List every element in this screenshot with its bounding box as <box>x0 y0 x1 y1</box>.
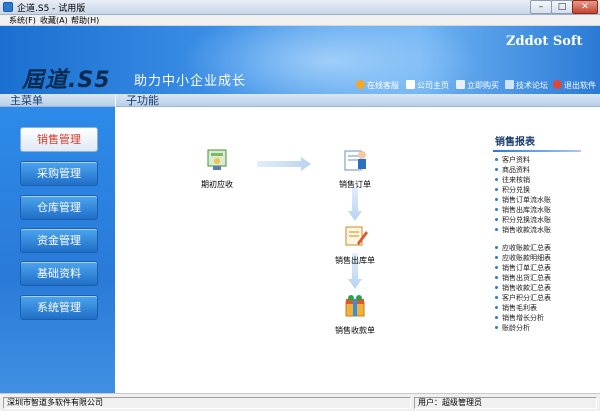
banner: Zddot Soft 屆道.S5 助力中小企业成长 在线客服 公司主页 立即购买… <box>0 26 600 94</box>
receivable-icon <box>207 149 227 170</box>
link-homepage[interactable]: 公司主页 <box>406 80 449 91</box>
service-icon <box>356 80 365 89</box>
sales-outbound-icon <box>345 226 368 246</box>
report-gap <box>489 235 600 243</box>
main-menu-title: 主菜单 <box>10 94 43 107</box>
exit-icon <box>553 80 562 89</box>
maximize-button[interactable]: □ <box>551 0 573 14</box>
link-label: 技术论坛 <box>516 81 548 90</box>
cart-icon <box>456 80 465 89</box>
status-company: 深圳市智道多软件有限公司 <box>3 397 411 409</box>
window-title: 企道.S5 - 试用版 <box>17 4 86 14</box>
link-buy-now[interactable]: 立即购买 <box>456 80 499 91</box>
content-area: 期初应收 销售订单 销售出库单 销售收款单 销售报表 客户资料 商品资料 往来核… <box>115 107 600 393</box>
title-bar: 企道.S5 - 试用版 – □ ✕ <box>0 0 600 15</box>
report-item[interactable]: 销售订单汇总表 <box>489 263 600 273</box>
link-exit[interactable]: 退出软件 <box>553 80 596 91</box>
node-label: 销售出库单 <box>335 256 375 265</box>
report-item[interactable]: 客户资料 <box>489 155 600 165</box>
main-menu-header: 主菜单 <box>0 94 115 107</box>
brand-text: Zddot Soft <box>506 34 583 49</box>
menu-bar: 系统(F) 收藏(A) 帮助(H) <box>0 15 600 26</box>
nav-basic-data[interactable]: 基础资料 <box>20 261 98 286</box>
node-label: 销售订单 <box>339 180 371 189</box>
node-sales-receipt[interactable]: 销售收款单 <box>325 293 385 336</box>
product-logo: 屆道.S5 <box>22 68 111 93</box>
app-icon <box>3 2 13 12</box>
status-user: 用户：超级管理员 <box>414 397 597 409</box>
report-item[interactable]: 积分兑换流水账 <box>489 215 600 225</box>
report-item[interactable]: 应收账款明细表 <box>489 253 600 263</box>
link-label: 立即购买 <box>467 81 499 90</box>
report-title-underline <box>493 150 581 152</box>
sub-function-title: 子功能 <box>126 94 159 107</box>
home-icon <box>406 80 415 89</box>
node-label: 销售收款单 <box>335 326 375 335</box>
nav-purchase[interactable]: 采购管理 <box>20 161 98 186</box>
node-initial-receivable[interactable]: 期初应收 <box>187 147 247 190</box>
sales-order-icon <box>344 150 366 171</box>
slogan: 助力中小企业成长 <box>134 74 247 89</box>
arrow-right <box>257 157 311 171</box>
link-label: 公司主页 <box>417 81 449 90</box>
status-bar: 深圳市智道多软件有限公司 用户：超级管理员 <box>0 393 600 411</box>
close-button[interactable]: ✕ <box>572 0 598 14</box>
menu-favorites[interactable]: 收藏(A) <box>40 15 68 26</box>
nav-warehouse[interactable]: 仓库管理 <box>20 195 98 220</box>
report-item[interactable]: 销售出货汇总表 <box>489 273 600 283</box>
report-item[interactable]: 往来核销 <box>489 175 600 185</box>
nav-sales[interactable]: 销售管理 <box>20 127 98 152</box>
nav-system[interactable]: 系统管理 <box>20 295 98 320</box>
menu-system[interactable]: 系统(F) <box>9 15 36 26</box>
node-sales-outbound[interactable]: 销售出库单 <box>325 223 385 266</box>
link-label: 退出软件 <box>564 81 596 90</box>
report-item[interactable]: 账龄分析 <box>489 323 600 333</box>
report-item[interactable]: 商品资料 <box>489 165 600 175</box>
minimize-icon: – <box>538 2 544 12</box>
node-sales-order[interactable]: 销售订单 <box>325 147 385 190</box>
report-item[interactable]: 销售增长分析 <box>489 313 600 323</box>
nav-funds[interactable]: 资金管理 <box>20 228 98 253</box>
minimize-button[interactable]: – <box>530 0 552 14</box>
sales-receipt-icon <box>345 295 365 317</box>
sub-function-header: 子功能 <box>115 94 600 107</box>
link-label: 在线客服 <box>367 81 399 90</box>
close-icon: ✕ <box>581 2 589 12</box>
node-label: 期初应收 <box>201 180 233 189</box>
report-item[interactable]: 客户积分汇总表 <box>489 293 600 303</box>
report-item[interactable]: 销售订单流水账 <box>489 195 600 205</box>
report-item[interactable]: 销售出库流水账 <box>489 205 600 215</box>
report-item[interactable]: 积分兑换 <box>489 185 600 195</box>
link-forum[interactable]: 技术论坛 <box>505 80 548 91</box>
link-online-service[interactable]: 在线客服 <box>356 80 399 91</box>
arrow-down-1 <box>348 187 362 221</box>
report-title: 销售报表 <box>495 137 535 148</box>
sales-report-panel: 销售报表 客户资料 商品资料 往来核销 积分兑换 销售订单流水账 销售出库流水账… <box>489 133 600 333</box>
report-item[interactable]: 销售收款流水账 <box>489 225 600 235</box>
report-item[interactable]: 应收账款汇总表 <box>489 243 600 253</box>
maximize-icon: □ <box>557 2 567 12</box>
report-item[interactable]: 销售收款汇总表 <box>489 283 600 293</box>
forum-icon <box>505 80 514 89</box>
sidebar: 销售管理 采购管理 仓库管理 资金管理 基础资料 系统管理 <box>0 107 115 393</box>
menu-help[interactable]: 帮助(H) <box>71 15 99 26</box>
report-item[interactable]: 销售毛利表 <box>489 303 600 313</box>
